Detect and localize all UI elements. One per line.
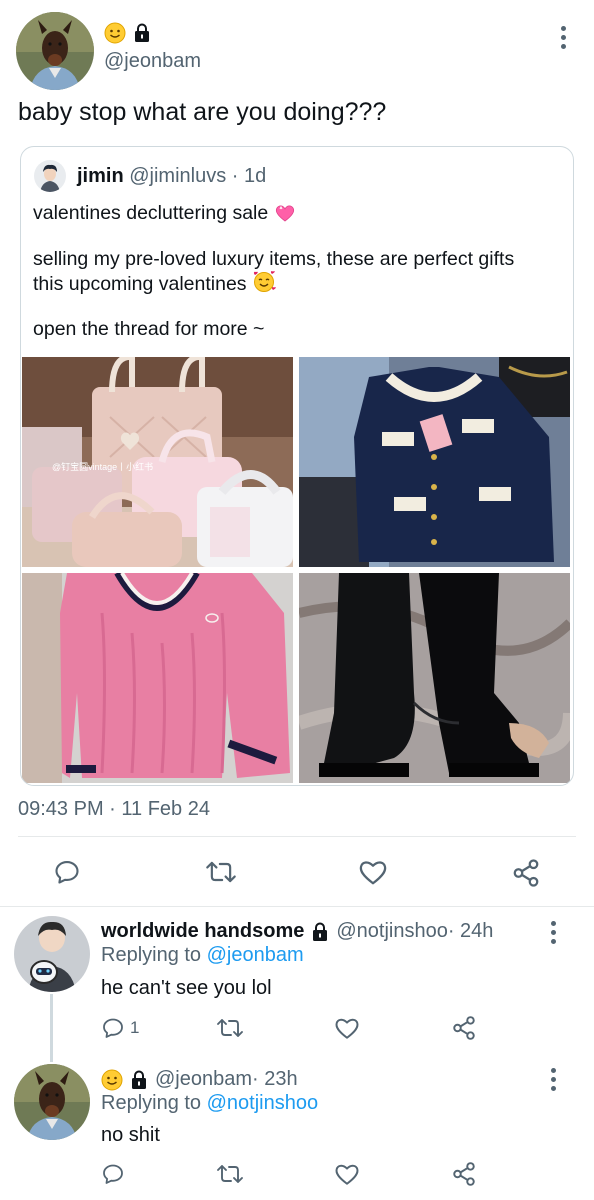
like-icon[interactable] xyxy=(358,858,388,886)
share-icon[interactable] xyxy=(451,1015,477,1041)
lock-icon xyxy=(310,922,330,942)
reply1-replying-to: Replying to @jeonbam xyxy=(101,944,304,967)
reply1-text: he can't see you lol xyxy=(101,977,272,999)
reply1-handle[interactable]: @notjinshoo xyxy=(336,920,447,943)
reply2-replying-prefix: Replying to xyxy=(101,1092,202,1114)
retweet-icon[interactable] xyxy=(205,858,237,886)
reply-icon[interactable] xyxy=(101,1162,125,1186)
quoted-line3-text: this upcoming valentines xyxy=(33,273,247,295)
divider-top xyxy=(18,836,576,837)
quoted-line1-text: valentines decluttering sale xyxy=(33,202,269,224)
slightly-smiling-face-icon xyxy=(101,1069,123,1091)
reply2-handle[interactable]: @jeonbam xyxy=(155,1068,252,1091)
reply1-name[interactable]: worldwide handsome xyxy=(101,920,304,943)
quoted-text-line1: valentines decluttering sale xyxy=(33,201,296,229)
quoted-text-line3: this upcoming valentines xyxy=(33,270,276,300)
reply1-time: · 24h xyxy=(447,920,494,942)
reply2-replying-to: Replying to @notjinshoo xyxy=(101,1092,318,1115)
quoted-text-line4: open the thread for more ~ xyxy=(33,318,265,340)
quoted-time: · 1d xyxy=(231,165,267,187)
quoted-text-line2: selling my pre-loved luxury items, these… xyxy=(33,248,515,270)
quoted-avatar[interactable] xyxy=(34,160,66,192)
quoted-media-grid[interactable]: @钉宝圆vintage丨小红书 xyxy=(22,357,570,783)
media-pink-sweater[interactable] xyxy=(22,573,293,783)
lock-icon xyxy=(129,1070,149,1090)
quoted-tweet-card[interactable]: jimin @jiminluvs · 1d valentines declutt… xyxy=(20,146,574,786)
like-icon[interactable] xyxy=(334,1162,360,1186)
share-icon[interactable] xyxy=(451,1161,477,1187)
reply2-avatar[interactable] xyxy=(14,1064,90,1140)
media-pink-bags[interactable]: @钉宝圆vintage丨小红书 xyxy=(22,357,293,567)
media-black-boots[interactable] xyxy=(299,573,570,783)
main-avatar[interactable] xyxy=(16,12,94,90)
reply1-reply-count: 1 xyxy=(130,1018,140,1037)
retweet-icon[interactable] xyxy=(216,1162,244,1186)
reply2-time: · 23h xyxy=(252,1068,298,1090)
reply1-replying-link[interactable]: @jeonbam xyxy=(207,944,304,966)
reply-icon[interactable] xyxy=(101,1016,125,1040)
reply1-avatar[interactable] xyxy=(14,916,90,992)
share-icon[interactable] xyxy=(511,858,541,888)
main-handle[interactable]: @jeonbam xyxy=(104,50,201,73)
retweet-icon[interactable] xyxy=(216,1016,244,1040)
quoted-header: jimin @jiminluvs · 1d xyxy=(77,165,266,188)
reply-icon[interactable] xyxy=(53,858,81,886)
reply2-header: @jeonbam · 23h xyxy=(101,1068,298,1091)
sparkling-heart-icon xyxy=(274,203,296,229)
main-tweet-header: @jeonbam xyxy=(104,20,201,73)
quoted-name[interactable]: jimin xyxy=(77,165,124,187)
slightly-smiling-face-icon xyxy=(104,22,126,44)
media-navy-cardigan[interactable] xyxy=(299,357,570,567)
reply2-replying-link[interactable]: @notjinshoo xyxy=(207,1092,318,1114)
thread-line xyxy=(50,994,53,1062)
reply1-replying-prefix: Replying to xyxy=(101,944,202,966)
quoted-handle[interactable]: @jiminluvs xyxy=(129,165,226,187)
main-tweet-text: baby stop what are you doing??? xyxy=(18,98,387,126)
more-icon[interactable] xyxy=(551,1068,557,1091)
more-icon[interactable] xyxy=(561,26,567,49)
more-icon[interactable] xyxy=(551,921,557,944)
divider-replies xyxy=(0,906,594,907)
main-timestamp: 09:43 PM · 11 Feb 24 xyxy=(18,798,210,820)
smiling-face-with-hearts-icon xyxy=(252,270,276,300)
lock-icon xyxy=(132,23,152,43)
reply2-text: no shit xyxy=(101,1124,160,1146)
like-icon[interactable] xyxy=(334,1016,360,1040)
media-watermark: @钉宝圆vintage丨小红书 xyxy=(52,461,153,472)
reply1-header: worldwide handsome @notjinshoo · 24h xyxy=(101,920,493,943)
